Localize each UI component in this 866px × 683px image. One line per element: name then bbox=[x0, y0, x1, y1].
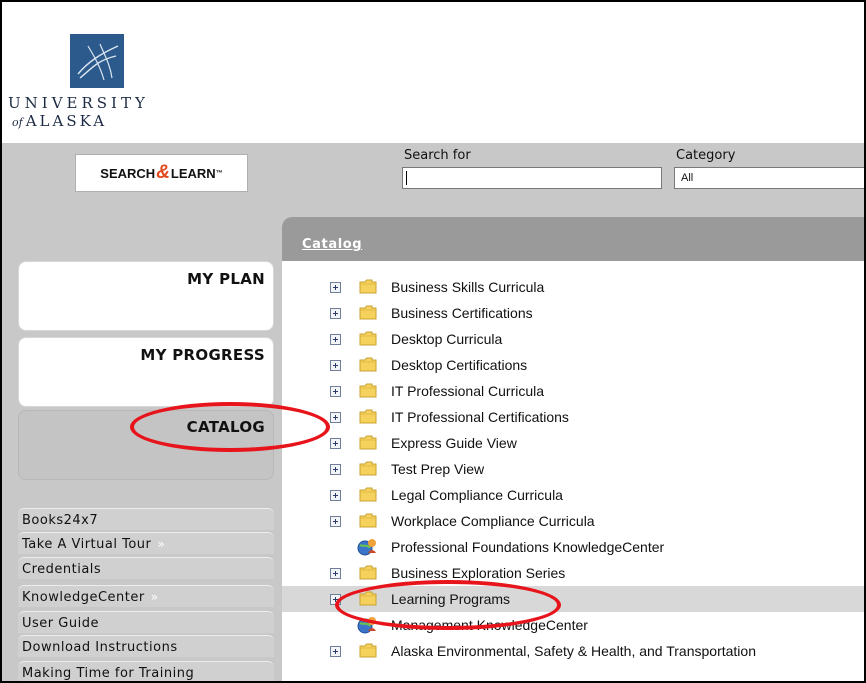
expand-plus-icon[interactable] bbox=[330, 360, 341, 371]
catalog-item-label[interactable]: Desktop Certifications bbox=[391, 357, 527, 373]
university-logo[interactable]: UNIVERSITY of ALASKA bbox=[8, 28, 208, 138]
expand-plus-icon[interactable] bbox=[330, 308, 341, 319]
search-label: Search for bbox=[404, 148, 471, 163]
expand-plus-icon[interactable] bbox=[330, 490, 341, 501]
folder-icon bbox=[359, 435, 377, 450]
folder-icon bbox=[359, 487, 377, 502]
logo-university-text: UNIVERSITY bbox=[8, 94, 149, 112]
catalog-title-link[interactable]: Catalog bbox=[302, 237, 362, 252]
catalog-tree-row[interactable]: IT Professional Curricula bbox=[282, 378, 864, 404]
folder-icon bbox=[359, 279, 377, 294]
ampersand-icon: & bbox=[156, 162, 170, 183]
expand-plus-icon[interactable] bbox=[330, 334, 341, 345]
catalog-item-label[interactable]: Business Exploration Series bbox=[391, 565, 565, 581]
catalog-tree-row[interactable]: Alaska Environmental, Safety & Health, a… bbox=[282, 638, 864, 664]
catalog-tree-row[interactable]: Business Exploration Series bbox=[282, 560, 864, 586]
catalog-tree-row[interactable]: IT Professional Certifications bbox=[282, 404, 864, 430]
expand-plus-icon[interactable] bbox=[330, 516, 341, 527]
catalog-item-label[interactable]: IT Professional Certifications bbox=[391, 409, 569, 425]
expand-plus-icon[interactable] bbox=[330, 386, 341, 397]
search-and-learn-button[interactable]: SEARCH & LEARN ™ bbox=[75, 154, 248, 192]
folder-icon bbox=[359, 643, 377, 658]
expand-plus-icon[interactable] bbox=[330, 412, 341, 423]
catalog-item-label[interactable]: Professional Foundations KnowledgeCenter bbox=[391, 539, 664, 555]
folder-icon bbox=[359, 461, 377, 476]
catalog-item-label[interactable]: IT Professional Curricula bbox=[391, 383, 544, 399]
knowledgecenter-globe-icon bbox=[356, 537, 378, 557]
catalog-tree-row[interactable]: Express Guide View bbox=[282, 430, 864, 456]
app-frame: UNIVERSITY of ALASKA SEARCH & LEARN ™ Search… bbox=[0, 0, 866, 683]
folder-icon bbox=[359, 357, 377, 372]
nav-my-progress-label: MY PROGRESS bbox=[140, 346, 265, 364]
expand-plus-icon[interactable] bbox=[330, 464, 341, 475]
annotation-circle-learning-programs bbox=[335, 580, 561, 630]
nav-my-plan[interactable]: MY PLAN bbox=[18, 261, 274, 331]
tool-link-virtual-tour[interactable]: Take A Virtual Tour» bbox=[18, 532, 274, 554]
folder-icon bbox=[359, 305, 377, 320]
logo-mark-icon bbox=[70, 34, 124, 88]
folder-icon bbox=[359, 513, 377, 528]
search-input[interactable] bbox=[402, 167, 662, 189]
expand-plus-icon[interactable] bbox=[330, 438, 341, 449]
category-select[interactable]: All bbox=[674, 167, 864, 189]
annotation-circle-catalog bbox=[130, 402, 330, 452]
folder-icon bbox=[359, 383, 377, 398]
catalog-item-label[interactable]: Business Skills Curricula bbox=[391, 279, 544, 295]
category-label: Category bbox=[676, 148, 736, 163]
external-link-icon: » bbox=[157, 537, 166, 551]
tool-link-download-instructions[interactable]: Download Instructions bbox=[18, 635, 274, 657]
catalog-item-label[interactable]: Express Guide View bbox=[391, 435, 517, 451]
nav-my-plan-label: MY PLAN bbox=[187, 270, 265, 288]
expand-plus-icon[interactable] bbox=[330, 568, 341, 579]
catalog-item-label[interactable]: Workplace Compliance Curricula bbox=[391, 513, 595, 529]
catalog-tree-row[interactable]: Business Certifications bbox=[282, 300, 864, 326]
catalog-item-label[interactable]: Business Certifications bbox=[391, 305, 533, 321]
catalog-item-label[interactable]: Desktop Curricula bbox=[391, 331, 502, 347]
tool-link-books24x7[interactable]: Books24x7 bbox=[18, 508, 274, 530]
catalog-tree-row[interactable]: Test Prep View bbox=[282, 456, 864, 482]
catalog-item-label[interactable]: Alaska Environmental, Safety & Health, a… bbox=[391, 643, 756, 659]
expand-plus-icon[interactable] bbox=[330, 282, 341, 293]
catalog-tree-row[interactable]: Desktop Curricula bbox=[282, 326, 864, 352]
expand-plus-icon[interactable] bbox=[330, 646, 341, 657]
folder-icon bbox=[359, 409, 377, 424]
catalog-item-label[interactable]: Legal Compliance Curricula bbox=[391, 487, 563, 503]
catalog-tree-row[interactable]: Business Skills Curricula bbox=[282, 274, 864, 300]
catalog-tree-row[interactable]: Desktop Certifications bbox=[282, 352, 864, 378]
external-link-icon: » bbox=[150, 590, 159, 604]
logo-alaska-text: of ALASKA bbox=[12, 112, 108, 130]
nav-my-progress[interactable]: MY PROGRESS bbox=[18, 337, 274, 407]
catalog-tree-row[interactable]: Professional Foundations KnowledgeCenter bbox=[282, 534, 864, 560]
catalog-tree-row[interactable]: Workplace Compliance Curricula bbox=[282, 508, 864, 534]
text-caret bbox=[406, 171, 407, 185]
catalog-tree-row[interactable]: Legal Compliance Curricula bbox=[282, 482, 864, 508]
folder-icon bbox=[359, 331, 377, 346]
folder-icon bbox=[359, 565, 377, 580]
catalog-item-label[interactable]: Test Prep View bbox=[391, 461, 484, 477]
tool-link-knowledgecenter[interactable]: KnowledgeCenter» bbox=[18, 585, 274, 607]
tool-link-user-guide[interactable]: User Guide bbox=[18, 611, 274, 633]
catalog-header: Catalog bbox=[282, 217, 864, 261]
tool-link-making-time[interactable]: Making Time for Training bbox=[18, 661, 274, 681]
tool-link-credentials[interactable]: Credentials bbox=[18, 557, 274, 579]
